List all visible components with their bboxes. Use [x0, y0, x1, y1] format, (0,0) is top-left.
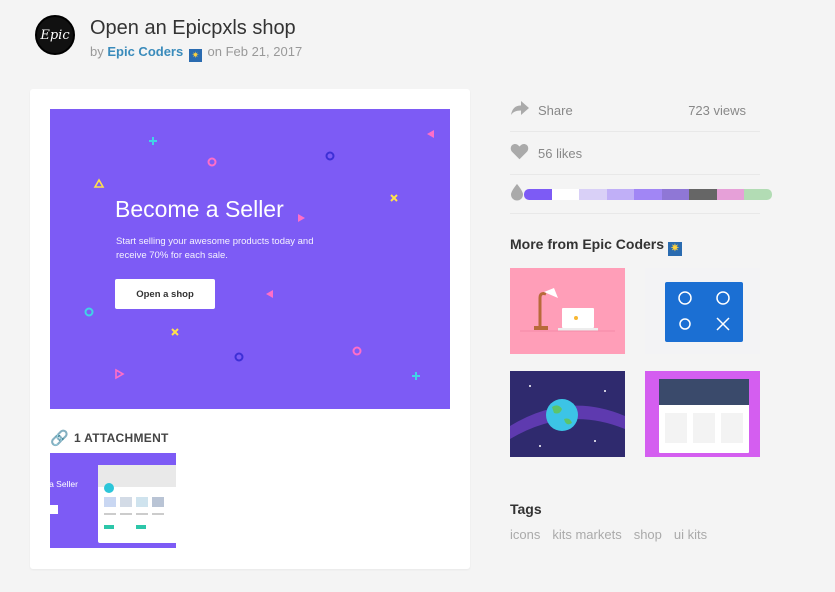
- post-date: Feb 21, 2017: [225, 44, 303, 59]
- page-title: Open an Epicpxls shop: [90, 17, 296, 39]
- triangle-shape-icon: [298, 214, 305, 222]
- ui-kit-illustration: [659, 379, 749, 453]
- color-swatch[interactable]: [551, 189, 579, 200]
- more-from-label: More from Epic Coders: [510, 236, 665, 252]
- color-swatch[interactable]: [579, 189, 607, 200]
- paperclip-icon: 🔗: [50, 430, 69, 447]
- author-avatar[interactable]: Epic: [35, 15, 75, 55]
- triangle-shape-icon: [115, 368, 125, 380]
- color-palette-row: [510, 176, 772, 214]
- color-swatches: [524, 189, 772, 200]
- planet-illustration: [510, 385, 625, 447]
- circle-shape-icon: [207, 157, 217, 167]
- more-thumb-icons[interactable]: [645, 268, 760, 354]
- more-thumb-planet[interactable]: [510, 371, 625, 457]
- color-drop-icon: [510, 183, 524, 206]
- avatar-logo-text: Epic: [40, 27, 70, 43]
- open-shop-button[interactable]: Open a shop: [115, 279, 215, 309]
- more-thumb-ui-kit[interactable]: [645, 371, 760, 457]
- triangle-shape-icon: [93, 178, 105, 188]
- share-row[interactable]: Share 723 views: [510, 89, 760, 132]
- tag-list: icons kits markets shop ui kits: [510, 527, 707, 542]
- icon-set-illustration: [665, 282, 743, 342]
- by-label: by: [90, 44, 104, 59]
- tags-heading: Tags: [510, 501, 542, 517]
- shot-image[interactable]: Become a Seller Start selling your aweso…: [50, 109, 450, 409]
- views-count: 723 views: [688, 102, 746, 118]
- heart-icon: [510, 143, 538, 165]
- thumb-button: [50, 505, 58, 514]
- plus-shape-icon: [149, 137, 157, 145]
- triangle-shape-icon: [427, 130, 434, 138]
- shot-card: Become a Seller Start selling your aweso…: [30, 89, 470, 569]
- likes-row[interactable]: 56 likes: [510, 133, 760, 175]
- on-label: on: [207, 44, 222, 59]
- more-from-heading: More from Epic Coders ✷: [510, 236, 682, 256]
- color-swatch[interactable]: [661, 189, 689, 200]
- hero-subtitle: Start selling your awesome products toda…: [116, 236, 314, 261]
- attachments-heading: 🔗 1 ATTACHMENT: [50, 429, 169, 447]
- color-swatch[interactable]: [716, 189, 744, 200]
- triangle-shape-icon: [266, 290, 273, 298]
- color-swatch[interactable]: [634, 189, 662, 200]
- attachments-count: 1 ATTACHMENT: [73, 431, 169, 445]
- author-link[interactable]: Epic Coders: [107, 44, 183, 59]
- circle-shape-icon: [325, 151, 335, 161]
- circle-shape-icon: [234, 352, 244, 362]
- x-shape-icon: [390, 194, 398, 202]
- tag-link[interactable]: ui kits: [674, 527, 707, 542]
- hero-title: Become a Seller: [115, 196, 284, 222]
- tag-link[interactable]: shop: [634, 527, 662, 542]
- share-label: Share: [538, 102, 573, 118]
- likes-count: 56 likes: [538, 146, 583, 161]
- thumb-page-preview: [98, 465, 176, 543]
- x-shape-icon: [171, 328, 179, 336]
- more-thumb-lamp[interactable]: [510, 268, 625, 354]
- share-arrow-icon: [510, 100, 538, 121]
- pro-badge-icon: ✷: [667, 242, 682, 256]
- plus-shape-icon: [412, 372, 420, 380]
- color-swatch[interactable]: [606, 189, 634, 200]
- circle-shape-icon: [84, 307, 94, 317]
- byline: by Epic Coders ✷ on Feb 21, 2017: [90, 44, 302, 62]
- color-swatch[interactable]: [744, 189, 772, 200]
- color-swatch[interactable]: [689, 189, 717, 200]
- color-swatch[interactable]: [524, 189, 552, 200]
- tag-link[interactable]: icons: [510, 527, 540, 542]
- circle-shape-icon: [352, 346, 362, 356]
- pro-badge-icon: ✷: [188, 49, 202, 62]
- lamp-laptop-illustration: [520, 288, 615, 332]
- attachment-thumbnail[interactable]: e a Seller: [50, 453, 176, 548]
- thumb-caption: e a Seller: [50, 479, 78, 489]
- tag-link[interactable]: kits markets: [552, 527, 621, 542]
